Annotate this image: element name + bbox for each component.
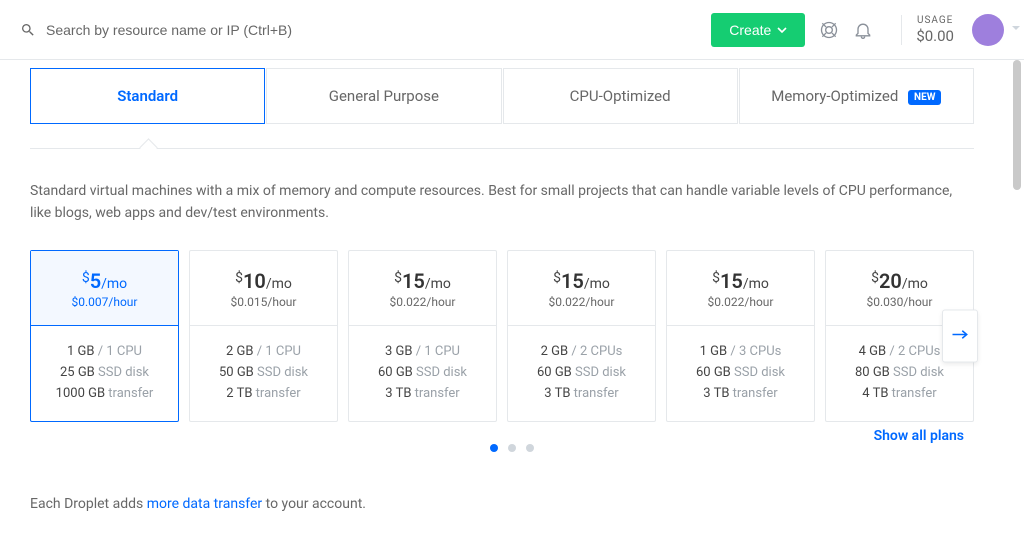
tab-indicator xyxy=(30,148,974,149)
plan-price: $10/mo $0.015/hour xyxy=(190,251,337,326)
plan-specs: 1 GB / 3 CPUs 60 GB SSD disk 3 TB transf… xyxy=(667,326,814,420)
footnote-a: Each Droplet adds xyxy=(30,496,147,512)
plan-price: $15/mo $0.022/hour xyxy=(508,251,655,326)
plan-card[interactable]: $15/mo $0.022/hour 3 GB / 1 CPU 60 GB SS… xyxy=(348,250,497,421)
tab-standard[interactable]: Standard xyxy=(30,68,265,124)
show-all-plans-link[interactable]: Show all plans xyxy=(874,428,964,444)
usage-amount: $0.00 xyxy=(916,27,954,45)
create-button[interactable]: Create xyxy=(711,13,805,47)
plan-card[interactable]: $15/mo $0.022/hour 2 GB / 2 CPUs 60 GB S… xyxy=(507,250,656,421)
plan-type-tabs: Standard General Purpose CPU-Optimized M… xyxy=(30,68,974,124)
more-data-transfer-link[interactable]: more data transfer xyxy=(147,496,262,512)
transfer-footnote: Each Droplet adds more data transfer to … xyxy=(30,496,994,512)
usage-display: USAGE $0.00 xyxy=(916,15,954,45)
plan-specs: 2 GB / 2 CPUs 60 GB SSD disk 3 TB transf… xyxy=(508,326,655,420)
chevron-down-icon xyxy=(777,27,787,33)
carousel-dots xyxy=(30,444,994,452)
search-icon xyxy=(20,22,36,38)
plan-description: Standard virtual machines with a mix of … xyxy=(30,181,974,224)
new-badge: NEW xyxy=(908,90,941,105)
scroll-right-button[interactable] xyxy=(942,310,978,363)
footnote-b: to your account. xyxy=(262,496,366,512)
plans-carousel: $5/mo $0.007/hour 1 GB / 1 CPU 25 GB SSD… xyxy=(30,250,974,421)
create-label: Create xyxy=(729,22,771,38)
tab-memory-label: Memory-Optimized xyxy=(771,87,898,105)
dot-2[interactable] xyxy=(508,444,516,452)
search-wrap xyxy=(20,22,711,38)
content: Standard General Purpose CPU-Optimized M… xyxy=(0,68,1024,512)
dot-1[interactable] xyxy=(490,444,498,452)
bell-icon[interactable] xyxy=(853,20,873,40)
plan-card[interactable]: $5/mo $0.007/hour 1 GB / 1 CPU 25 GB SSD… xyxy=(30,250,179,421)
plan-price: $15/mo $0.022/hour xyxy=(349,251,496,326)
divider xyxy=(901,15,902,45)
dot-3[interactable] xyxy=(526,444,534,452)
tab-general-purpose[interactable]: General Purpose xyxy=(266,68,501,124)
support-icon[interactable] xyxy=(819,20,839,40)
plan-specs: 1 GB / 1 CPU 25 GB SSD disk 1000 GB tran… xyxy=(31,326,178,420)
topbar: Create USAGE $0.00 xyxy=(0,0,1024,60)
usage-label: USAGE xyxy=(916,15,954,27)
plan-price: $15/mo $0.022/hour xyxy=(667,251,814,326)
arrow-right-icon xyxy=(951,328,969,342)
avatar[interactable] xyxy=(972,14,1004,46)
tab-cpu-optimized[interactable]: CPU-Optimized xyxy=(503,68,738,124)
plan-card[interactable]: $10/mo $0.015/hour 2 GB / 1 CPU 50 GB SS… xyxy=(189,250,338,421)
plan-specs: 2 GB / 1 CPU 50 GB SSD disk 2 TB transfe… xyxy=(190,326,337,420)
plan-price: $5/mo $0.007/hour xyxy=(31,251,178,326)
plan-card[interactable]: $15/mo $0.022/hour 1 GB / 3 CPUs 60 GB S… xyxy=(666,250,815,421)
tab-memory-optimized[interactable]: Memory-Optimized NEW xyxy=(739,68,974,124)
search-input[interactable] xyxy=(46,22,346,38)
scrollbar[interactable] xyxy=(1013,60,1021,190)
plan-specs: 3 GB / 1 CPU 60 GB SSD disk 3 TB transfe… xyxy=(349,326,496,420)
